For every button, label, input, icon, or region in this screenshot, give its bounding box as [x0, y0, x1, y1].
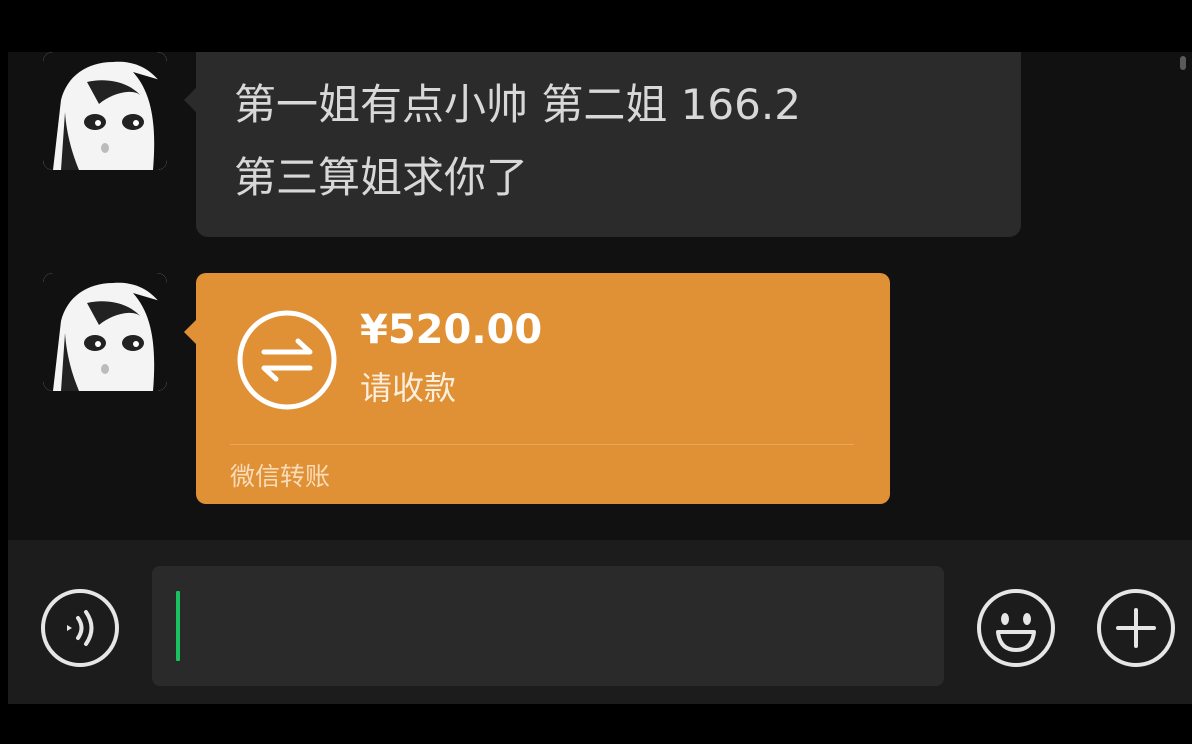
avatar-anime-girl-icon — [43, 273, 167, 391]
bubble-tail — [184, 88, 196, 112]
voice-icon[interactable] — [40, 588, 120, 668]
sender-avatar[interactable] — [43, 273, 167, 391]
input-bar — [8, 540, 1192, 704]
sender-avatar[interactable] — [43, 52, 167, 170]
scrollbar[interactable] — [1180, 56, 1186, 70]
transfer-message-bubble[interactable]: ¥520.00 请收款 微信转账 — [196, 273, 890, 504]
plus-icon[interactable] — [1096, 588, 1176, 668]
text-message-bubble[interactable]: 第一姐有点小帅 第二姐 166.2 第三算姐求你了 — [196, 52, 1021, 237]
chat-screen: 第一姐有点小帅 第二姐 166.2 第三算姐求你了 ¥520.00 请收款 微信… — [8, 52, 1192, 704]
message-line: 第三算姐求你了 — [234, 153, 529, 202]
bubble-tail — [184, 320, 196, 344]
transfer-amount: ¥520.00 — [360, 307, 543, 353]
divider — [230, 444, 854, 445]
transfer-status: 请收款 — [360, 369, 457, 407]
avatar-anime-girl-icon — [43, 52, 167, 170]
message-list[interactable]: 第一姐有点小帅 第二姐 166.2 第三算姐求你了 ¥520.00 请收款 微信… — [8, 52, 1192, 540]
text-cursor — [176, 591, 180, 661]
transfer-icon — [237, 310, 337, 410]
message-line: 第一姐有点小帅 第二姐 166.2 — [234, 80, 801, 129]
transfer-source-label: 微信转账 — [230, 462, 331, 491]
message-input[interactable] — [152, 566, 944, 686]
emoji-icon[interactable] — [976, 588, 1056, 668]
